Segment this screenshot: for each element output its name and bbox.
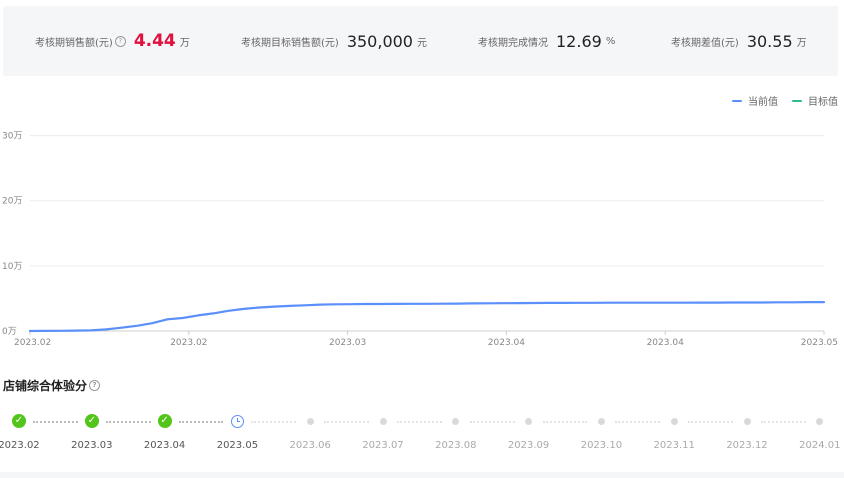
- timeline-node-2023.08[interactable]: 2023.08: [421, 408, 491, 451]
- timeline-marker: ✓: [130, 408, 200, 434]
- stat-sales: 考核期销售额(元) ? 4.44 万: [35, 6, 190, 76]
- timeline-marker: [494, 408, 564, 434]
- stat-sales-unit: 万: [179, 37, 190, 49]
- x-tick-label: 2023.02: [14, 338, 51, 348]
- pending-dot-icon: [743, 417, 751, 425]
- timeline-month-label: 2023.03: [71, 440, 113, 451]
- timeline-node-2023.09[interactable]: 2023.09: [494, 408, 564, 451]
- timeline-month-label: 2023.05: [216, 440, 259, 451]
- check-circle-icon: ✓: [84, 414, 99, 428]
- y-tick-label: 0万: [2, 327, 17, 337]
- timeline-month-label: 2023.08: [435, 440, 477, 451]
- timeline-month-label: 2024.01: [799, 440, 841, 451]
- timeline-node-2023.11[interactable]: 2023.11: [639, 408, 709, 451]
- score-section-title-text: 店铺综合体验分: [3, 379, 88, 393]
- timeline-marker: ✓: [0, 408, 54, 434]
- x-tick-label: 2023.02: [170, 338, 207, 348]
- timeline-node-2023.03[interactable]: ✓ 2023.03: [57, 408, 127, 451]
- pending-dot-icon: [597, 417, 605, 425]
- x-tick-label: 2023.03: [329, 338, 366, 348]
- score-section-title: 店铺综合体验分 ?: [3, 377, 101, 394]
- x-tick-label: 2023.04: [647, 338, 684, 348]
- stat-sales-value: 4.44: [133, 31, 176, 51]
- timeline-node-2023.12[interactable]: 2023.12: [712, 408, 782, 451]
- timeline-node-2023.10[interactable]: 2023.10: [566, 408, 636, 451]
- timeline-node-2023.04[interactable]: ✓ 2023.04: [130, 408, 200, 451]
- sales-line-chart: 0万 10万 20万 30万 2023.02 2023.02 2023.03 2023.04 2…: [2, 101, 838, 348]
- y-tick-label: 10万: [2, 262, 22, 272]
- timeline-month-label: 2023.12: [726, 440, 768, 451]
- question-circle-icon[interactable]: ?: [114, 35, 126, 47]
- timeline-node-2023.07[interactable]: 2023.07: [348, 408, 418, 451]
- timeline-marker: [639, 408, 709, 434]
- timeline-month-label: 2023.07: [362, 440, 404, 451]
- stat-completion-label: 考核期完成情况: [478, 37, 548, 49]
- score-timeline: ✓ 2023.02 ✓ 2023.03 ✓ 2023.04 2023.05 2023.06 20…: [0, 408, 844, 468]
- timeline-marker: [348, 408, 418, 434]
- stat-diff-value: 30.55: [746, 31, 793, 51]
- timeline-marker: [421, 408, 491, 434]
- pending-dot-icon: [816, 417, 824, 425]
- stat-target-label: 考核期目标销售额(元): [241, 37, 339, 49]
- stat-sales-label: 考核期销售额(元): [35, 37, 113, 49]
- timeline-node-2023.06[interactable]: 2023.06: [275, 408, 345, 451]
- pending-dot-icon: [379, 417, 387, 425]
- check-circle-icon: ✓: [12, 414, 26, 428]
- x-tick-label: 2023.04: [488, 338, 525, 348]
- timeline-month-label: 2023.10: [580, 440, 623, 451]
- stat-completion: 考核期完成情况 12.69 %: [478, 6, 615, 76]
- timeline-marker: [566, 408, 636, 434]
- x-tick-label: 2023.05: [801, 338, 838, 348]
- timeline-node-2023.02[interactable]: ✓ 2023.02: [0, 408, 54, 451]
- timeline-marker: [275, 408, 345, 434]
- current-value-line: [28, 301, 826, 333]
- timeline-month-label: 2023.02: [0, 440, 40, 451]
- clock-icon: [230, 414, 244, 428]
- stat-diff: 考核期差值(元) 30.55 万: [671, 6, 807, 76]
- question-circle-icon[interactable]: ?: [89, 380, 101, 391]
- timeline-marker: [785, 408, 844, 434]
- footer-strip: [0, 472, 844, 478]
- stat-target-value: 350,000: [346, 31, 413, 51]
- check-circle-icon: ✓: [157, 414, 172, 428]
- timeline-marker: [202, 408, 272, 434]
- timeline-marker: ✓: [57, 408, 127, 434]
- y-tick-label: 20万: [2, 197, 22, 207]
- pending-dot-icon: [306, 417, 314, 425]
- stat-diff-label: 考核期差值(元): [671, 37, 739, 49]
- stat-target-unit: 元: [416, 37, 427, 49]
- timeline-node-2023.05[interactable]: 2023.05: [202, 408, 272, 451]
- stat-diff-unit: 万: [796, 37, 807, 49]
- stats-bar: 考核期销售额(元) ? 4.44 万 考核期目标销售额(元) 350,000 元…: [3, 6, 838, 76]
- pending-dot-icon: [525, 417, 533, 425]
- timeline-month-label: 2023.09: [507, 440, 550, 451]
- pending-dot-icon: [670, 417, 678, 425]
- timeline-node-2024.01[interactable]: 2024.01: [785, 408, 844, 451]
- pending-dot-icon: [452, 417, 460, 425]
- stat-target: 考核期目标销售额(元) 350,000 元: [241, 6, 427, 76]
- timeline-month-label: 2023.06: [289, 440, 331, 451]
- stat-completion-value: 12.69: [556, 31, 602, 51]
- timeline-month-label: 2023.04: [143, 440, 186, 451]
- timeline-month-label: 2023.11: [653, 440, 695, 451]
- stat-completion-unit: %: [605, 35, 616, 47]
- y-tick-label: 30万: [2, 132, 22, 142]
- timeline-marker: [712, 408, 782, 434]
